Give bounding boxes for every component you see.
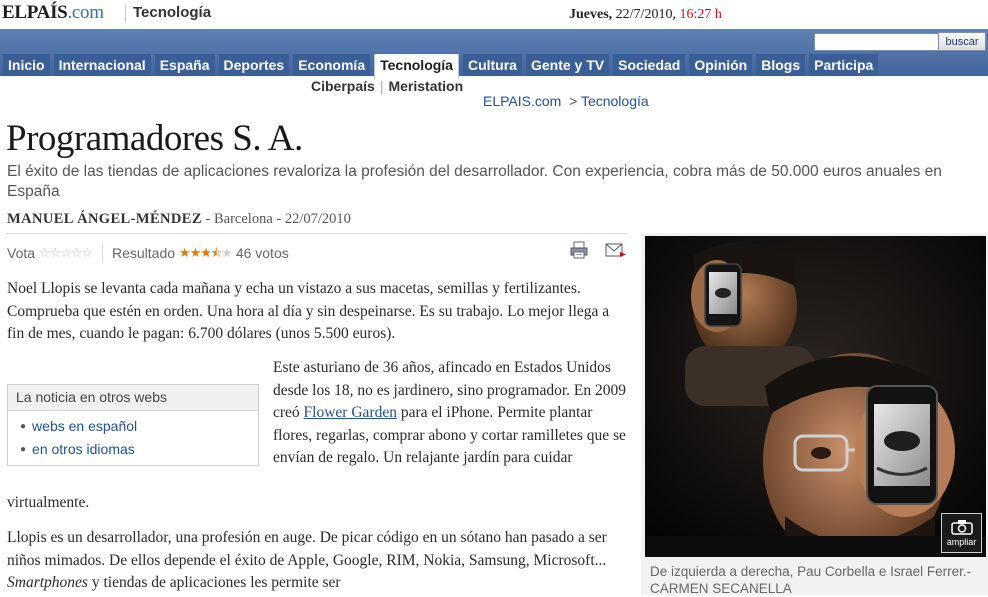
flower-garden-link[interactable]: Flower Garden	[304, 404, 397, 421]
nav-tab-tecnologia[interactable]: Tecnología	[374, 54, 459, 79]
rating-star-icon: ★	[221, 245, 233, 260]
author-name[interactable]: MANUEL ÁNGEL-MÉNDEZ	[7, 211, 202, 227]
breadcrumb-home-link[interactable]: ELPAIS.com	[483, 93, 561, 109]
article-paragraph: Noel Llopis se levanta cada mañana y ech…	[7, 280, 610, 342]
article-headline: Programadores S. A.	[6, 118, 303, 159]
other-sites-item[interactable]: ● en otros idiomas	[20, 438, 258, 461]
nav-tab-opinion[interactable]: Opinión	[689, 54, 753, 76]
vote-stars[interactable]: ☆☆☆☆☆	[39, 245, 94, 261]
rating-star-icon: ★	[200, 245, 212, 260]
vote-label: Vota	[7, 245, 36, 261]
zoom-label: ampliar	[946, 537, 977, 547]
article-photo[interactable]	[645, 236, 986, 557]
star-icon[interactable]: ☆	[71, 245, 83, 260]
divider	[6, 233, 628, 234]
photo-caption: De izquierda a derecha, Pau Corbella e I…	[650, 564, 972, 596]
nav-tab-sociedad[interactable]: Sociedad	[613, 54, 686, 76]
nav-tabs: Inicio Internacional España Deportes Eco…	[3, 54, 879, 79]
rating-star-icon: ⯪	[210, 246, 222, 260]
zoom-button[interactable]: ampliar	[941, 513, 982, 553]
nav-tab-espana[interactable]: España	[154, 54, 215, 76]
date-day: Jueves,	[569, 7, 613, 22]
header-divider	[125, 4, 126, 22]
nav-tab-deportes[interactable]: Deportes	[218, 54, 290, 76]
article-paragraph-continued: virtualmente.	[7, 494, 90, 511]
logo-com: .com	[67, 2, 104, 23]
print-icon[interactable]	[570, 241, 588, 259]
article-paragraph: Este asturiano de 36 años, afincado en E…	[273, 359, 626, 466]
votes-count: 46 votos	[235, 245, 289, 261]
photo-image	[645, 236, 986, 557]
breadcrumb: ELPAIS.com > Tecnología	[483, 93, 649, 109]
nav-tab-blogs[interactable]: Blogs	[756, 54, 806, 76]
vote-divider	[102, 243, 104, 263]
article-subtitle: El éxito de las tiendas de aplicaciones …	[7, 163, 942, 200]
camera-zoom-icon	[950, 520, 973, 535]
article-paragraph: Llopis es un desarrollador, una profesió…	[7, 529, 607, 591]
rating-star-icon: ★	[189, 245, 202, 260]
other-sites-title: La noticia en otros webs	[8, 385, 258, 411]
nav-tab-internacional[interactable]: Internacional	[53, 54, 151, 76]
date-line: Jueves, 22/7/2010, 16:27 h	[569, 7, 722, 23]
site-logo[interactable]: ELPAÍS.com	[2, 2, 104, 24]
star-icon[interactable]: ☆	[82, 245, 94, 260]
other-sites-box: La noticia en otros webs ● webs en españo…	[7, 384, 259, 466]
nav-tab-inicio[interactable]: Inicio	[3, 54, 50, 76]
other-sites-item[interactable]: ● webs en español	[20, 415, 258, 438]
rating-star-icon: ★	[178, 245, 191, 260]
result-label: Resultado	[111, 245, 176, 261]
subnav-ciberpais[interactable]: Ciberpaís	[311, 78, 375, 94]
place-date: - Barcelona - 22/07/2010	[201, 211, 351, 227]
breadcrumb-separator: >	[569, 93, 578, 109]
subnav-meristation[interactable]: Meristation	[388, 78, 463, 94]
search-input[interactable]	[814, 33, 940, 51]
nav-tab-participa[interactable]: Participa	[809, 54, 879, 76]
nav-tab-cultura[interactable]: Cultura	[462, 54, 522, 76]
logo-main: ELPAÍS	[2, 2, 68, 23]
section-title[interactable]: Tecnología	[133, 4, 211, 21]
date-value: 22/7/2010,	[615, 7, 676, 22]
star-icon[interactable]: ☆	[60, 245, 72, 260]
navbar-bottom-strip	[0, 76, 988, 83]
subnav: Ciberpaís | Meristation	[311, 78, 464, 94]
star-icon[interactable]: ☆	[39, 245, 51, 260]
nav-tab-gente-y-tv[interactable]: Gente y TV	[525, 54, 610, 76]
nav-tab-economia[interactable]: Economía	[293, 54, 371, 76]
other-sites-list: ● webs en español ● en otros idiomas	[8, 415, 258, 461]
byline: MANUEL ÁNGEL-MÉNDEZ - Barcelona - 22/07/…	[7, 211, 351, 228]
star-icon[interactable]: ☆	[50, 245, 62, 260]
time-value: 16:27 h	[679, 7, 722, 22]
mail-icon[interactable]	[605, 242, 627, 259]
vote-row: Vota ☆☆☆☆☆ Resultado ★★★⯪★ 46 votos	[7, 243, 289, 263]
breadcrumb-section-link[interactable]: Tecnología	[581, 93, 649, 109]
search-button[interactable]: buscar	[938, 32, 986, 51]
result-stars: ★★★⯪★	[178, 244, 233, 265]
